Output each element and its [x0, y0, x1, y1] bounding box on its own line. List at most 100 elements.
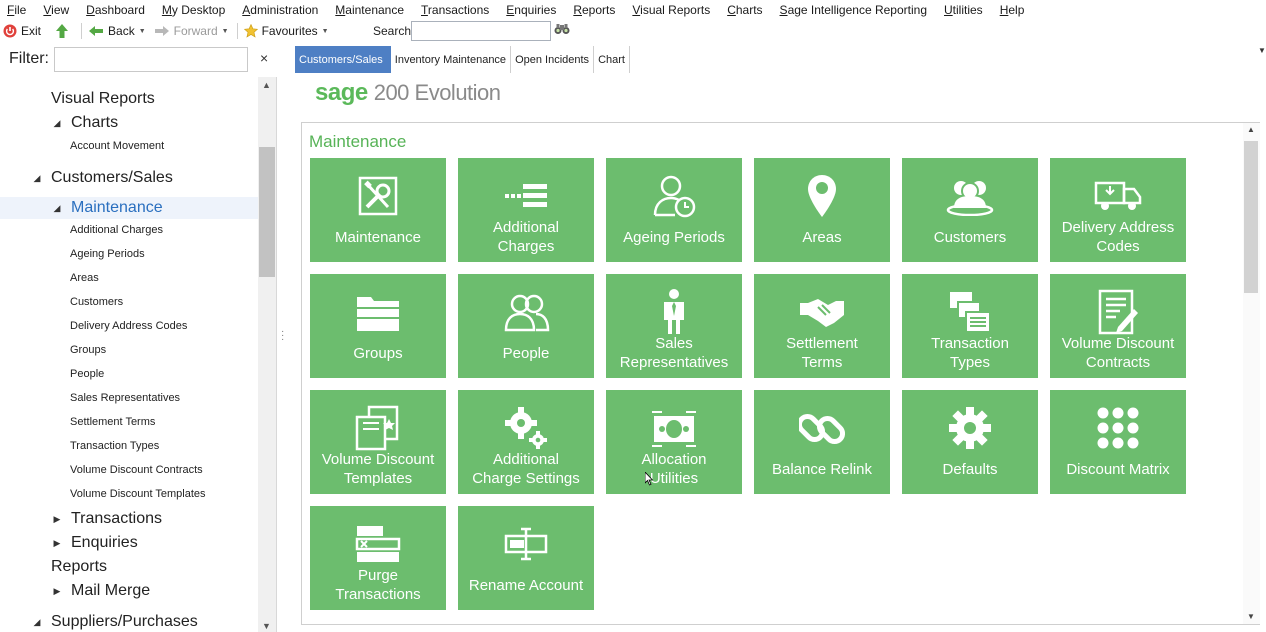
scroll-down-icon[interactable]: ▼	[1247, 612, 1255, 621]
exit-button[interactable]: Exit	[3, 24, 41, 38]
tree-item-groups[interactable]: Groups	[0, 341, 258, 359]
menu-maintenance[interactable]: Maintenance	[335, 3, 404, 17]
tab-customers-sales[interactable]: Customers/Sales	[295, 46, 391, 73]
favourites-dropdown-icon[interactable]: ▼	[322, 28, 329, 35]
tree-item-sales-representatives[interactable]: Sales Representatives	[0, 389, 258, 407]
menu-utilities[interactable]: Utilities	[944, 3, 983, 17]
navigation-tree: ◢ Suppliers/Purchases ▶ Mail Merge Reports ▶ E…	[0, 77, 277, 632]
collapse-arrow-icon[interactable]: ◢	[52, 203, 62, 214]
tree-item-people[interactable]: People	[0, 365, 258, 383]
menu-view[interactable]: View	[43, 3, 69, 17]
tile-people[interactable]: People	[458, 274, 594, 378]
tab-inventory-maintenance[interactable]: Inventory Maintenance	[391, 46, 512, 73]
collapse-arrow-icon[interactable]: ◢	[32, 173, 42, 184]
tree-item-delivery-address-codes[interactable]: Delivery Address Codes	[0, 317, 258, 335]
menu-help[interactable]: Help	[1000, 3, 1025, 17]
menu-transactions[interactable]: Transactions	[421, 3, 489, 17]
tree-item-volume-discount-contracts[interactable]: Volume Discount Contracts	[0, 461, 258, 479]
scroll-down-icon[interactable]: ▼	[262, 621, 271, 631]
expand-arrow-icon[interactable]: ▶	[52, 514, 62, 525]
tree-item-label: Reports	[51, 558, 108, 575]
panel-scrollbar[interactable]: ▲ ▼	[1243, 123, 1260, 624]
panel-scrollbar-thumb[interactable]	[1244, 141, 1258, 293]
tree-item-transactions[interactable]: ▶ Transactions	[0, 509, 258, 529]
tile-settlement-terms[interactable]: Settlement Terms	[754, 274, 890, 378]
expand-arrow-icon[interactable]: ▶	[52, 538, 62, 549]
tile-label: Volume Discount Contracts	[1061, 335, 1175, 371]
menu-enquiries[interactable]: Enquiries	[506, 3, 556, 17]
menu-reports[interactable]: Reports	[573, 3, 615, 17]
scroll-up-icon[interactable]: ▲	[1247, 125, 1255, 134]
tree-item-areas[interactable]: Areas	[0, 269, 258, 287]
tile-volume-discount-templates[interactable]: Volume Discount Templates	[310, 390, 446, 494]
tile-volume-discount-contracts[interactable]: Volume Discount Contracts	[1050, 274, 1186, 378]
tree-item-customers-sales[interactable]: ◢ Customers/Sales	[0, 167, 258, 189]
tile-maintenance[interactable]: Maintenance	[310, 158, 446, 262]
favourites-button[interactable]: Favourites ▼	[243, 24, 329, 38]
tree-item-label: Sales Representatives	[70, 392, 181, 404]
tile-areas[interactable]: Areas	[754, 158, 890, 262]
tree-item-enquiries[interactable]: ▶ Enquiries	[0, 533, 258, 553]
tree-item-visual-reports[interactable]: Visual Reports	[0, 89, 258, 109]
menu-my-desktop[interactable]: My Desktop	[162, 3, 225, 17]
tab-list-dropdown-icon[interactable]: ▼	[1258, 46, 1266, 55]
tree-scrollbar[interactable]: ▲ ▼	[258, 77, 276, 632]
tree-item-label: Areas	[70, 272, 99, 284]
home-up-button[interactable]	[55, 23, 73, 39]
menu-dashboard[interactable]: Dashboard	[86, 3, 145, 17]
tile-discount-matrix[interactable]: Discount Matrix	[1050, 390, 1186, 494]
tile-additional-charges[interactable]: Additional Charges	[458, 158, 594, 262]
binoculars-icon[interactable]	[554, 23, 570, 38]
tab-open-incidents[interactable]: Open Incidents	[511, 46, 595, 73]
tree-item-suppliers-purchases[interactable]: ◢ Suppliers/Purchases	[0, 611, 258, 632]
tile-label: People	[502, 344, 550, 362]
filter-clear-icon[interactable]: ×	[260, 50, 268, 66]
tree-item-volume-discount-templates[interactable]: Volume Discount Templates	[0, 485, 258, 503]
scroll-up-icon[interactable]: ▲	[262, 80, 271, 90]
forward-button[interactable]: Forward ▼	[154, 24, 229, 38]
tile-allocation-utilities[interactable]: Allocation Utilities	[606, 390, 742, 494]
tree-item-charts[interactable]: ◢ Charts	[0, 113, 258, 133]
tile-label: Rename Account	[468, 576, 584, 594]
panel-splitter-handle[interactable]: · · ·	[281, 327, 284, 345]
tile-purge-transactions[interactable]: Purge Transactions	[310, 506, 446, 610]
collapse-arrow-icon[interactable]: ◢	[32, 617, 42, 628]
filter-input[interactable]	[54, 47, 248, 72]
tile-delivery-address-codes[interactable]: Delivery Address Codes	[1050, 158, 1186, 262]
tile-customers[interactable]: Customers	[902, 158, 1038, 262]
tree-item-transaction-types[interactable]: Transaction Types	[0, 437, 258, 455]
tree-scrollbar-thumb[interactable]	[259, 147, 275, 277]
tile-sales-representatives[interactable]: Sales Representatives	[606, 274, 742, 378]
back-button[interactable]: Back ▼	[88, 24, 146, 38]
expand-arrow-icon[interactable]: ▶	[52, 586, 62, 597]
menu-visual-reports[interactable]: Visual Reports	[632, 3, 710, 17]
menu-sage-intelligence-reporting[interactable]: Sage Intelligence Reporting	[780, 3, 927, 17]
forward-dropdown-icon[interactable]: ▼	[222, 28, 229, 35]
tree-item-ageing-periods[interactable]: Ageing Periods	[0, 245, 258, 263]
menu-file[interactable]: File	[7, 3, 26, 17]
search-input[interactable]	[411, 21, 551, 41]
tile-groups[interactable]: Groups	[310, 274, 446, 378]
contract-icon	[1050, 288, 1186, 336]
tree-item-label: Suppliers/Purchases	[51, 613, 198, 630]
tile-balance-relink[interactable]: Balance Relink	[754, 390, 890, 494]
tree-item-reports[interactable]: Reports	[0, 557, 258, 577]
menu-charts[interactable]: Charts	[727, 3, 762, 17]
menu-administration[interactable]: Administration	[242, 3, 318, 17]
tree-item-maintenance[interactable]: ◢ Maintenance	[0, 197, 258, 219]
collapse-arrow-icon[interactable]: ◢	[52, 118, 62, 129]
tab-chart[interactable]: Chart	[594, 46, 630, 73]
tile-additional-charge-settings[interactable]: Additional Charge Settings	[458, 390, 594, 494]
tile-ageing-periods[interactable]: Ageing Periods	[606, 158, 742, 262]
tree-item-settlement-terms[interactable]: Settlement Terms	[0, 413, 258, 431]
tree-item-customers[interactable]: Customers	[0, 293, 258, 311]
tree-item-mail-merge[interactable]: ▶ Mail Merge	[0, 581, 258, 601]
tile-rename-account[interactable]: Rename Account	[458, 506, 594, 610]
tile-transaction-types[interactable]: Transaction Types	[902, 274, 1038, 378]
delivery-truck-icon	[1050, 172, 1186, 220]
tree-item-account-movement[interactable]: Account Movement	[0, 137, 258, 155]
tile-defaults[interactable]: Defaults	[902, 390, 1038, 494]
back-dropdown-icon[interactable]: ▼	[139, 28, 146, 35]
tile-label: Additional Charges	[493, 219, 559, 255]
tree-item-additional-charges[interactable]: Additional Charges	[0, 221, 258, 239]
